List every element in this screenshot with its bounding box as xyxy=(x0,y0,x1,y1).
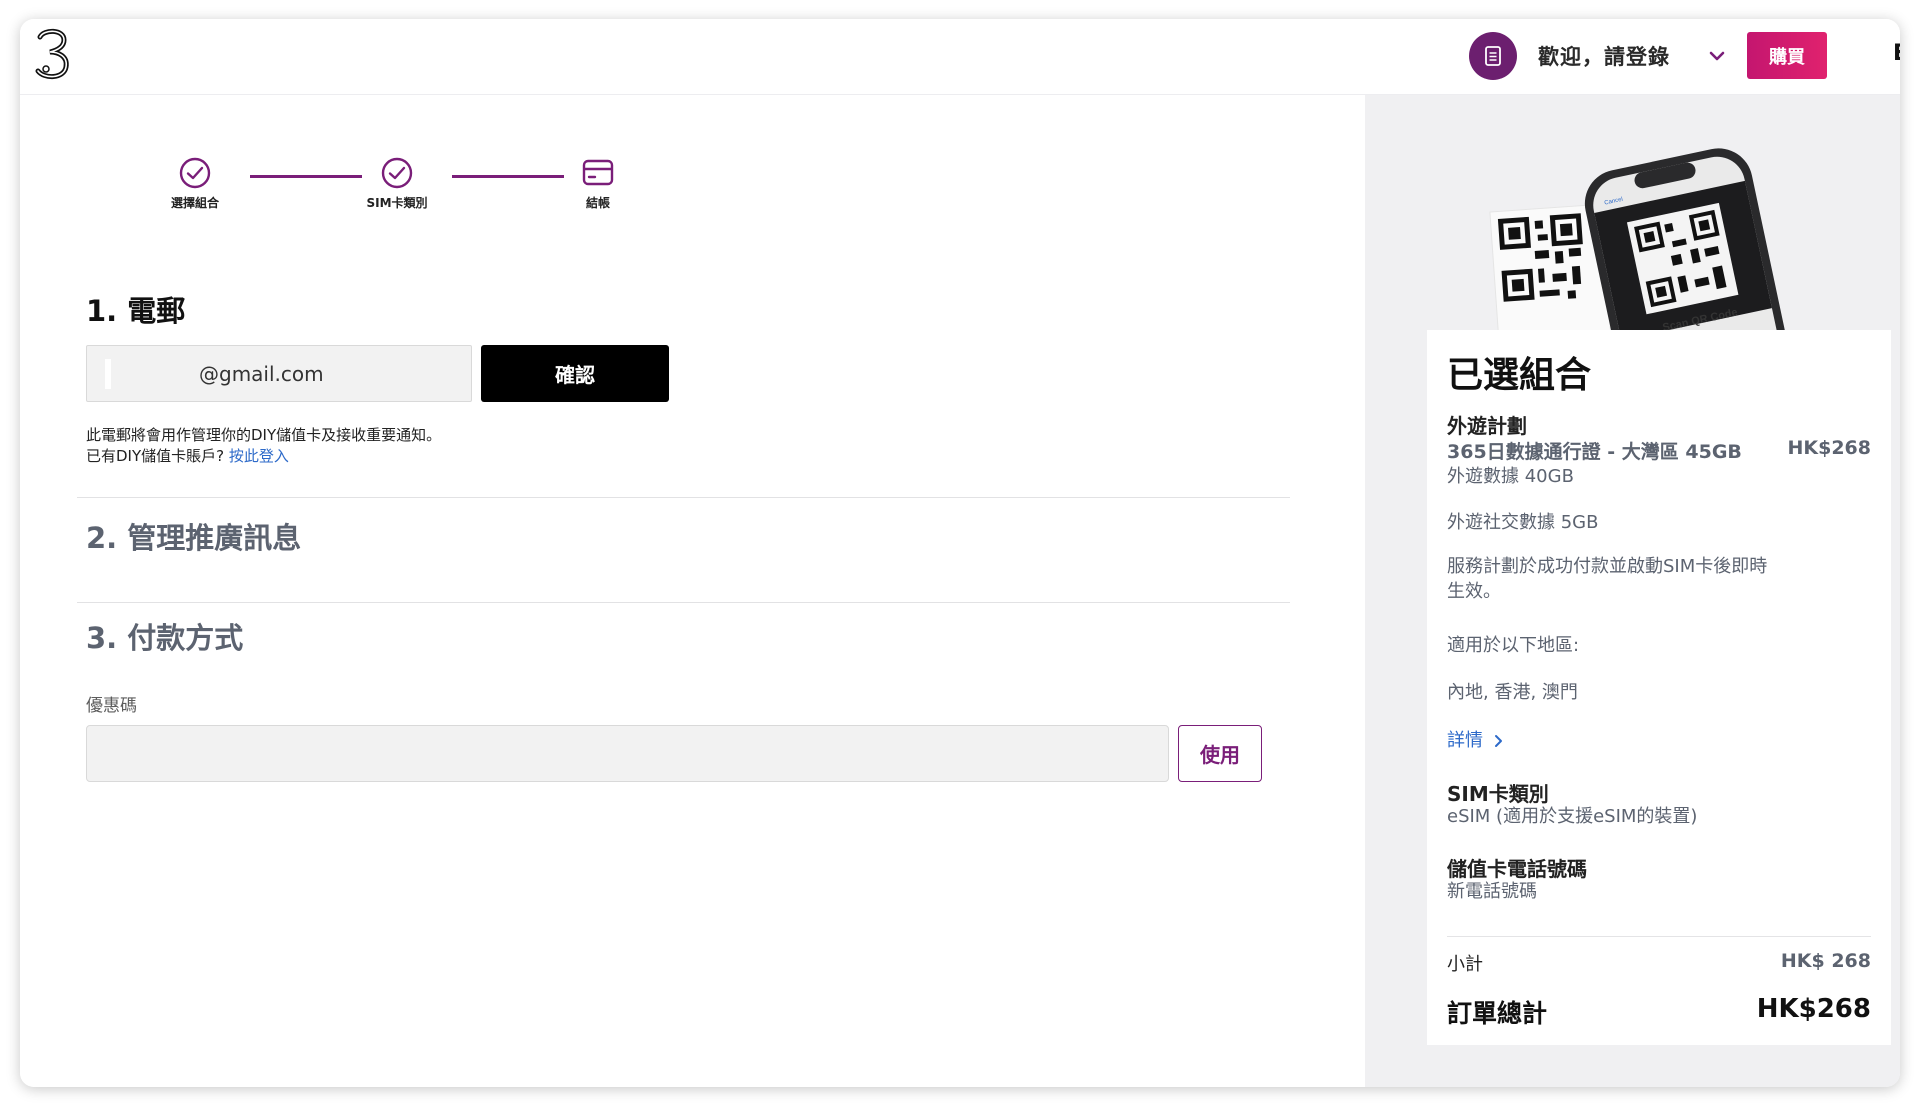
plan-activation-note: 服務計劃於成功付款並啟動SIM卡後即時 生效。 xyxy=(1447,554,1767,604)
chevron-down-icon[interactable] xyxy=(1708,49,1726,63)
sim-type-heading: SIM卡類別 xyxy=(1447,782,1549,806)
check-circle-icon xyxy=(381,157,413,189)
sim-type-value: eSIM (適用於支援eSIM的裝置) xyxy=(1447,806,1698,827)
checkout-stepper: 選擇組合 SIM卡類別 結帳 xyxy=(140,156,640,216)
payment-section-title: 3. 付款方式 xyxy=(86,621,244,655)
confirm-email-button[interactable]: 確認 xyxy=(481,345,669,402)
plan-details-link[interactable]: 詳情 xyxy=(1447,726,1505,752)
plan-heading: 外遊計劃 xyxy=(1447,414,1527,438)
credit-card-icon xyxy=(582,159,614,186)
activation-line: 生效。 xyxy=(1447,581,1501,602)
email-redaction xyxy=(105,359,111,389)
summary-title: 已選組合 xyxy=(1447,355,1592,396)
step-checkout: 結帳 xyxy=(543,156,653,211)
plan-social-data: 外遊社交數據 5GB xyxy=(1447,512,1599,533)
step-select-plan: 選擇組合 xyxy=(140,156,250,211)
welcome-login-link[interactable]: 歡迎，請登錄 xyxy=(1538,41,1670,71)
step-label: 選擇組合 xyxy=(170,196,219,210)
three-logo[interactable] xyxy=(30,27,74,81)
activation-line: 服務計劃於成功付款並啟動SIM卡後即時 xyxy=(1447,556,1768,577)
order-summary-card: 已選組合 外遊計劃 365日數據通行證 - 大灣區 45GB HK$268 外遊… xyxy=(1427,330,1891,1045)
details-label: 詳情 xyxy=(1447,730,1483,751)
account-icon[interactable] xyxy=(1469,32,1517,80)
order-total-value: HK$268 xyxy=(1756,994,1871,1024)
promo-code-label: 優惠碼 xyxy=(86,696,137,716)
browser-window: 歡迎，請登錄 購買 E 選擇組合 SIM卡類別 xyxy=(20,19,1900,1087)
plan-data-allowance: 外遊數據 40GB xyxy=(1447,466,1574,487)
checkout-main: 選擇組合 SIM卡類別 結帳 1. 電郵 @gmail.com 確認 此電郵將會… xyxy=(20,95,1365,1087)
plan-name: 365日數據通行證 - 大灣區 45GB xyxy=(1447,441,1742,463)
promo-code-input[interactable] xyxy=(86,725,1169,782)
login-link[interactable]: 按此登入 xyxy=(229,447,289,465)
top-header: 歡迎，請登錄 購買 E xyxy=(20,19,1900,95)
plan-price: HK$268 xyxy=(1787,437,1871,459)
regions-list: 內地, 香港, 澳門 xyxy=(1447,682,1578,703)
document-icon xyxy=(1485,46,1501,66)
step-label: SIM卡類別 xyxy=(366,196,428,210)
number-heading: 儲值卡電話號碼 xyxy=(1447,857,1587,881)
section-divider xyxy=(77,497,1290,498)
email-section-title: 1. 電郵 xyxy=(86,294,186,328)
summary-divider xyxy=(1447,936,1871,937)
subtotal-label: 小計 xyxy=(1447,954,1483,975)
email-notice-text: 此電郵將會用作管理你的DIY儲值卡及接收重要通知。 xyxy=(86,426,442,444)
email-notice: 此電郵將會用作管理你的DIY儲值卡及接收重要通知。 已有DIY儲值卡賬戶? 按此… xyxy=(86,425,441,467)
regions-label: 適用於以下地區: xyxy=(1447,635,1580,656)
section-divider xyxy=(77,602,1290,603)
check-circle-icon xyxy=(179,157,211,189)
order-total-label: 訂單總計 xyxy=(1447,999,1548,1028)
existing-account-text: 已有DIY儲值卡賬戶? xyxy=(86,447,225,465)
esim-qr-phone-illustration: Scan QR Code Cancel xyxy=(1489,148,1789,331)
promo-messages-section-title[interactable]: 2. 管理推廣訊息 xyxy=(86,515,301,557)
email-field[interactable]: @gmail.com xyxy=(86,345,472,402)
email-value: @gmail.com xyxy=(199,362,324,386)
number-value: 新電話號碼 xyxy=(1447,881,1537,902)
chevron-right-icon xyxy=(1494,735,1502,747)
buy-button[interactable]: 購買 xyxy=(1747,32,1827,79)
apply-promo-button[interactable]: 使用 xyxy=(1178,725,1262,782)
subtotal-value: HK$ 268 xyxy=(1780,950,1871,972)
order-summary-panel: Scan QR Code Cancel 已選組合 外遊計劃 365日數據通行證 … xyxy=(1365,95,1900,1087)
step-sim-type: SIM卡類別 xyxy=(342,156,452,211)
language-switch[interactable]: E xyxy=(1893,41,1900,66)
step-label: 結帳 xyxy=(585,196,610,210)
